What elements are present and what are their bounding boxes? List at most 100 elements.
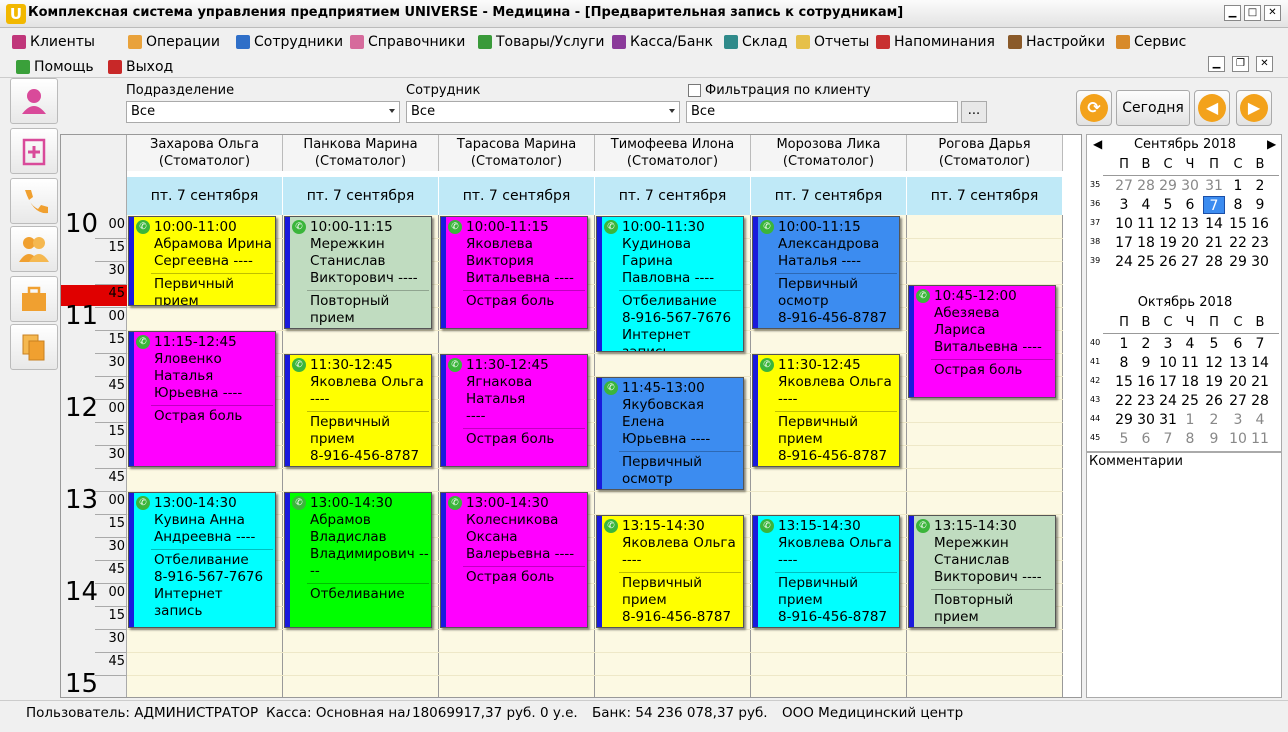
calendar-day[interactable]: 24 (1113, 253, 1135, 271)
calendar-day[interactable]: 1 (1179, 411, 1201, 429)
documents-button[interactable] (10, 324, 58, 370)
calendar-day[interactable]: 11 (1179, 354, 1201, 372)
client-filter-input[interactable]: Все (686, 101, 958, 123)
calendar-day[interactable]: 17 (1113, 234, 1135, 252)
today-button[interactable]: Сегодня (1116, 90, 1190, 126)
calendar-day[interactable]: 1 (1227, 177, 1249, 195)
calendar-day[interactable]: 29 (1113, 411, 1135, 429)
calendar-day[interactable]: 30 (1249, 253, 1271, 271)
calendar-day[interactable]: 8 (1227, 196, 1249, 214)
calendar-day[interactable]: 3 (1113, 196, 1135, 214)
employee-header[interactable]: Тарасова Марина (Стоматолог) (439, 135, 595, 171)
calendar-day[interactable]: 29 (1157, 177, 1179, 195)
prev-day-button[interactable]: ◀ (1194, 90, 1230, 126)
calendar-day[interactable]: 7 (1157, 430, 1179, 448)
menu-item-1[interactable]: Операции (128, 31, 220, 53)
calendar-day[interactable]: 10 (1227, 430, 1249, 448)
clients-module-button[interactable] (10, 78, 58, 124)
appointment-card[interactable]: ✆ 11:15-12:45 Яловенко Наталья Юрьевна ----… (128, 331, 276, 467)
department-select[interactable]: Все (126, 101, 400, 123)
briefcase-button[interactable] (10, 276, 58, 322)
medical-card-button[interactable] (10, 128, 58, 174)
calendar-day[interactable]: 18 (1179, 373, 1201, 391)
calendar-day[interactable]: 5 (1157, 196, 1179, 214)
calendar-day[interactable]: 9 (1249, 196, 1271, 214)
menu-item-10[interactable]: Сервис (1116, 31, 1186, 53)
appointment-card[interactable]: ✆ 10:00-11:30 Кудинова Гарина Павловна ----… (596, 216, 744, 352)
calendar-day[interactable]: 28 (1203, 253, 1225, 271)
calendar-day[interactable]: 21 (1249, 373, 1271, 391)
appointment-card[interactable]: ✆ 11:45-13:00 Якубовская Елена Юрьевна ----… (596, 377, 744, 490)
mdi-close-button[interactable]: ✕ (1256, 56, 1273, 72)
calendar-day[interactable]: 24 (1157, 392, 1179, 410)
menu-item-4[interactable]: Товары/Услуги (478, 31, 605, 53)
next-day-button[interactable]: ▶ (1236, 90, 1272, 126)
appointment-card[interactable]: ✆ 13:15-14:30 Яковлева Ольга ---- Первичный … (596, 515, 744, 628)
calendar-day[interactable]: 28 (1135, 177, 1157, 195)
calendar-day[interactable]: 30 (1179, 177, 1201, 195)
calendar-day[interactable]: 13 (1179, 215, 1201, 233)
mdi-minimize-button[interactable]: ▁ (1208, 56, 1225, 72)
minimize-button[interactable]: ▁ (1224, 5, 1241, 21)
calendar-day[interactable]: 9 (1135, 354, 1157, 372)
calendar-day[interactable]: 11 (1135, 215, 1157, 233)
menu-item-2[interactable]: Сотрудники (236, 31, 343, 53)
appointment-card[interactable]: ✆ 10:00-11:15 Александрова Наталья ---- Перв… (752, 216, 900, 329)
refresh-button[interactable]: ⟳ (1076, 90, 1112, 126)
employee-header[interactable]: Морозова Лика (Стоматолог) (751, 135, 907, 171)
calendar-day[interactable]: 23 (1249, 234, 1271, 252)
calendar-day[interactable]: 20 (1179, 234, 1201, 252)
calendar-day[interactable]: 14 (1203, 215, 1225, 233)
calendar-day[interactable]: 18 (1135, 234, 1157, 252)
appointment-card[interactable]: ✆ 10:00-11:15 Яковлева Виктория Витальевна -… (440, 216, 588, 329)
calendar-day[interactable]: 22 (1113, 392, 1135, 410)
calendar-day[interactable]: 21 (1203, 234, 1225, 252)
calendar-day[interactable]: 1 (1113, 335, 1135, 353)
calendar-day[interactable]: 9 (1203, 430, 1225, 448)
calendar-day[interactable]: 23 (1135, 392, 1157, 410)
calendar-day[interactable]: 15 (1227, 215, 1249, 233)
appointment-card[interactable]: ✆ 10:00-11:15 Мережкин Станислав Викторович … (284, 216, 432, 329)
calendar-day[interactable]: 27 (1113, 177, 1135, 195)
client-picker-button[interactable]: ... (961, 101, 987, 123)
appointment-card[interactable]: ✆ 13:00-14:30 Колесникова Оксана Валерьевна … (440, 492, 588, 628)
calendar-day[interactable]: 19 (1203, 373, 1225, 391)
employee-header[interactable]: Рогова Дарья (Стоматолог) (907, 135, 1063, 171)
appointment-card[interactable]: ✆ 13:00-14:30 Абрамов Владислав Владимирович… (284, 492, 432, 628)
calendar-day[interactable]: 26 (1203, 392, 1225, 410)
appointment-card[interactable]: ✆ 13:15-14:30 Мережкин Станислав Викторович … (908, 515, 1056, 628)
mdi-restore-button[interactable]: ❐ (1232, 56, 1249, 72)
calendar-day[interactable]: 8 (1113, 354, 1135, 372)
calendar-day[interactable]: 31 (1157, 411, 1179, 429)
calendar-day[interactable]: 16 (1249, 215, 1271, 233)
maximize-button[interactable]: □ (1244, 5, 1261, 21)
calendar-day[interactable]: 22 (1227, 234, 1249, 252)
menu-item-11[interactable]: Помощь (16, 56, 94, 78)
calendar-day[interactable]: 6 (1179, 196, 1201, 214)
appointment-card[interactable]: ✆ 11:30-12:45 Ягнакова Наталья ---- Острая б… (440, 354, 588, 467)
employees-module-button[interactable] (10, 226, 58, 272)
menu-item-8[interactable]: Напоминания (876, 31, 995, 53)
calendar-day[interactable]: 2 (1135, 335, 1157, 353)
calendar-day[interactable]: 28 (1249, 392, 1271, 410)
calendar-day[interactable]: 6 (1135, 430, 1157, 448)
calendar-day[interactable]: 4 (1179, 335, 1201, 353)
calendar-day[interactable]: 26 (1157, 253, 1179, 271)
calendar-day[interactable]: 25 (1179, 392, 1201, 410)
calls-button[interactable] (10, 178, 58, 224)
calendar-day[interactable]: 14 (1249, 354, 1271, 372)
menu-item-6[interactable]: Склад (724, 31, 787, 53)
calendar-day[interactable]: 13 (1227, 354, 1249, 372)
appointment-card[interactable]: ✆ 10:00-11:00 Абрамова Ирина Сергеевна ----… (128, 216, 276, 306)
appointment-card[interactable]: ✆ 11:30-12:45 Яковлева Ольга ---- Первичный … (284, 354, 432, 467)
calendar-day[interactable]: 16 (1135, 373, 1157, 391)
calendar-day[interactable]: 19 (1157, 234, 1179, 252)
calendar-day[interactable]: 4 (1249, 411, 1271, 429)
employee-header[interactable]: Панкова Марина (Стоматолог) (283, 135, 439, 171)
calendar-day[interactable]: 4 (1135, 196, 1157, 214)
menu-item-3[interactable]: Справочники (350, 31, 465, 53)
calendar-day[interactable]: 5 (1113, 430, 1135, 448)
menu-item-7[interactable]: Отчеты (796, 31, 869, 53)
menu-item-0[interactable]: Клиенты (12, 31, 95, 53)
appointment-card[interactable]: ✆ 13:15-14:30 Яковлева Ольга ---- Первичный … (752, 515, 900, 628)
